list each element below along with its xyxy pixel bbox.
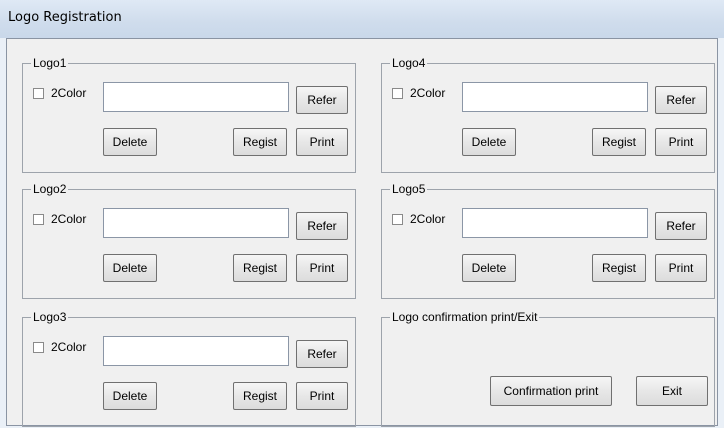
logo3-group: Logo3 2Color Refer Delete Regist Print xyxy=(22,310,356,427)
logo4-group: Logo4 2Color Refer Delete Regist Print xyxy=(381,56,715,173)
window-title: Logo Registration xyxy=(8,10,122,25)
logo1-refer-button[interactable]: Refer xyxy=(296,86,348,114)
logo1-print-button[interactable]: Print xyxy=(296,128,348,156)
logo2-regist-button[interactable]: Regist xyxy=(233,254,287,282)
logo4-path-input[interactable] xyxy=(462,82,648,112)
logo4-regist-button[interactable]: Regist xyxy=(592,128,646,156)
logo4-group-label: Logo4 xyxy=(390,56,428,70)
logo1-delete-button[interactable]: Delete xyxy=(103,128,157,156)
logo3-group-label: Logo3 xyxy=(31,310,69,324)
logo2-path-input[interactable] xyxy=(103,208,289,238)
confirm-exit-group-label: Logo confirmation print/Exit xyxy=(390,310,540,324)
checkbox-box[interactable] xyxy=(33,87,44,99)
logo1-regist-button[interactable]: Regist xyxy=(233,128,287,156)
logo1-2color-checkbox[interactable]: 2Color xyxy=(33,86,86,100)
logo5-path-input[interactable] xyxy=(462,208,648,238)
logo2-group-label: Logo2 xyxy=(31,182,69,196)
logo2-2color-checkbox[interactable]: 2Color xyxy=(33,212,86,226)
confirmation-print-button[interactable]: Confirmation print xyxy=(490,376,612,406)
title-bar[interactable]: Logo Registration xyxy=(0,0,724,38)
logo5-2color-label: 2Color xyxy=(410,212,446,226)
logo4-2color-label: 2Color xyxy=(410,86,446,100)
logo5-print-button[interactable]: Print xyxy=(655,254,707,282)
logo3-print-button[interactable]: Print xyxy=(296,382,348,410)
logo4-refer-button[interactable]: Refer xyxy=(655,86,707,114)
checkbox-box[interactable] xyxy=(33,341,44,353)
logo1-path-input[interactable] xyxy=(103,82,289,112)
logo2-group: Logo2 2Color Refer Delete Regist Print xyxy=(22,182,356,299)
logo3-2color-checkbox[interactable]: 2Color xyxy=(33,340,86,354)
checkbox-box[interactable] xyxy=(392,87,403,99)
logo5-regist-button[interactable]: Regist xyxy=(592,254,646,282)
logo4-2color-checkbox[interactable]: 2Color xyxy=(392,86,445,100)
exit-button[interactable]: Exit xyxy=(636,376,708,406)
dialog-client-area: Logo1 2Color Refer Delete Regist Print L… xyxy=(6,38,718,427)
logo3-refer-button[interactable]: Refer xyxy=(296,340,348,368)
logo5-delete-button[interactable]: Delete xyxy=(462,254,516,282)
logo3-2color-label: 2Color xyxy=(51,340,87,354)
logo2-2color-label: 2Color xyxy=(51,212,87,226)
confirm-exit-group: Logo confirmation print/Exit Confirmatio… xyxy=(381,310,715,427)
logo1-group: Logo1 2Color Refer Delete Regist Print xyxy=(22,56,356,173)
checkbox-box[interactable] xyxy=(33,213,44,225)
logo1-2color-label: 2Color xyxy=(51,86,87,100)
logo3-path-input[interactable] xyxy=(103,336,289,366)
logo4-print-button[interactable]: Print xyxy=(655,128,707,156)
logo1-group-label: Logo1 xyxy=(31,56,69,70)
logo5-refer-button[interactable]: Refer xyxy=(655,212,707,240)
checkbox-box[interactable] xyxy=(392,213,403,225)
logo2-delete-button[interactable]: Delete xyxy=(103,254,157,282)
logo3-regist-button[interactable]: Regist xyxy=(233,382,287,410)
logo2-refer-button[interactable]: Refer xyxy=(296,212,348,240)
logo2-print-button[interactable]: Print xyxy=(296,254,348,282)
logo3-delete-button[interactable]: Delete xyxy=(103,382,157,410)
logo5-group: Logo5 2Color Refer Delete Regist Print xyxy=(381,182,715,299)
logo5-2color-checkbox[interactable]: 2Color xyxy=(392,212,445,226)
logo4-delete-button[interactable]: Delete xyxy=(462,128,516,156)
logo5-group-label: Logo5 xyxy=(390,182,428,196)
